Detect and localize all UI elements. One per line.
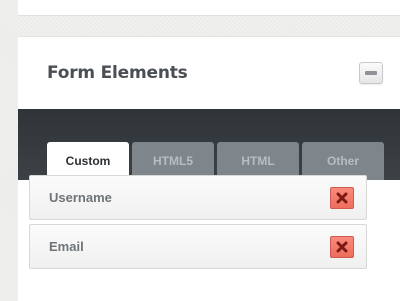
field-row-email[interactable]: Email bbox=[29, 224, 367, 269]
field-label: Username bbox=[49, 190, 112, 205]
field-label: Email bbox=[49, 239, 84, 254]
panel-header: Form Elements bbox=[18, 37, 400, 109]
previous-panel bbox=[18, 0, 400, 16]
minus-icon bbox=[365, 71, 377, 75]
field-list: Username Email bbox=[29, 175, 367, 273]
tab-bar: Custom HTML5 HTML Other bbox=[18, 109, 400, 180]
field-row-username[interactable]: Username bbox=[29, 175, 367, 220]
delete-email-button[interactable] bbox=[330, 236, 354, 258]
close-icon bbox=[336, 241, 348, 253]
collapse-button[interactable] bbox=[359, 62, 383, 84]
close-icon bbox=[336, 192, 348, 204]
delete-username-button[interactable] bbox=[330, 187, 354, 209]
panel-title: Form Elements bbox=[47, 63, 188, 83]
